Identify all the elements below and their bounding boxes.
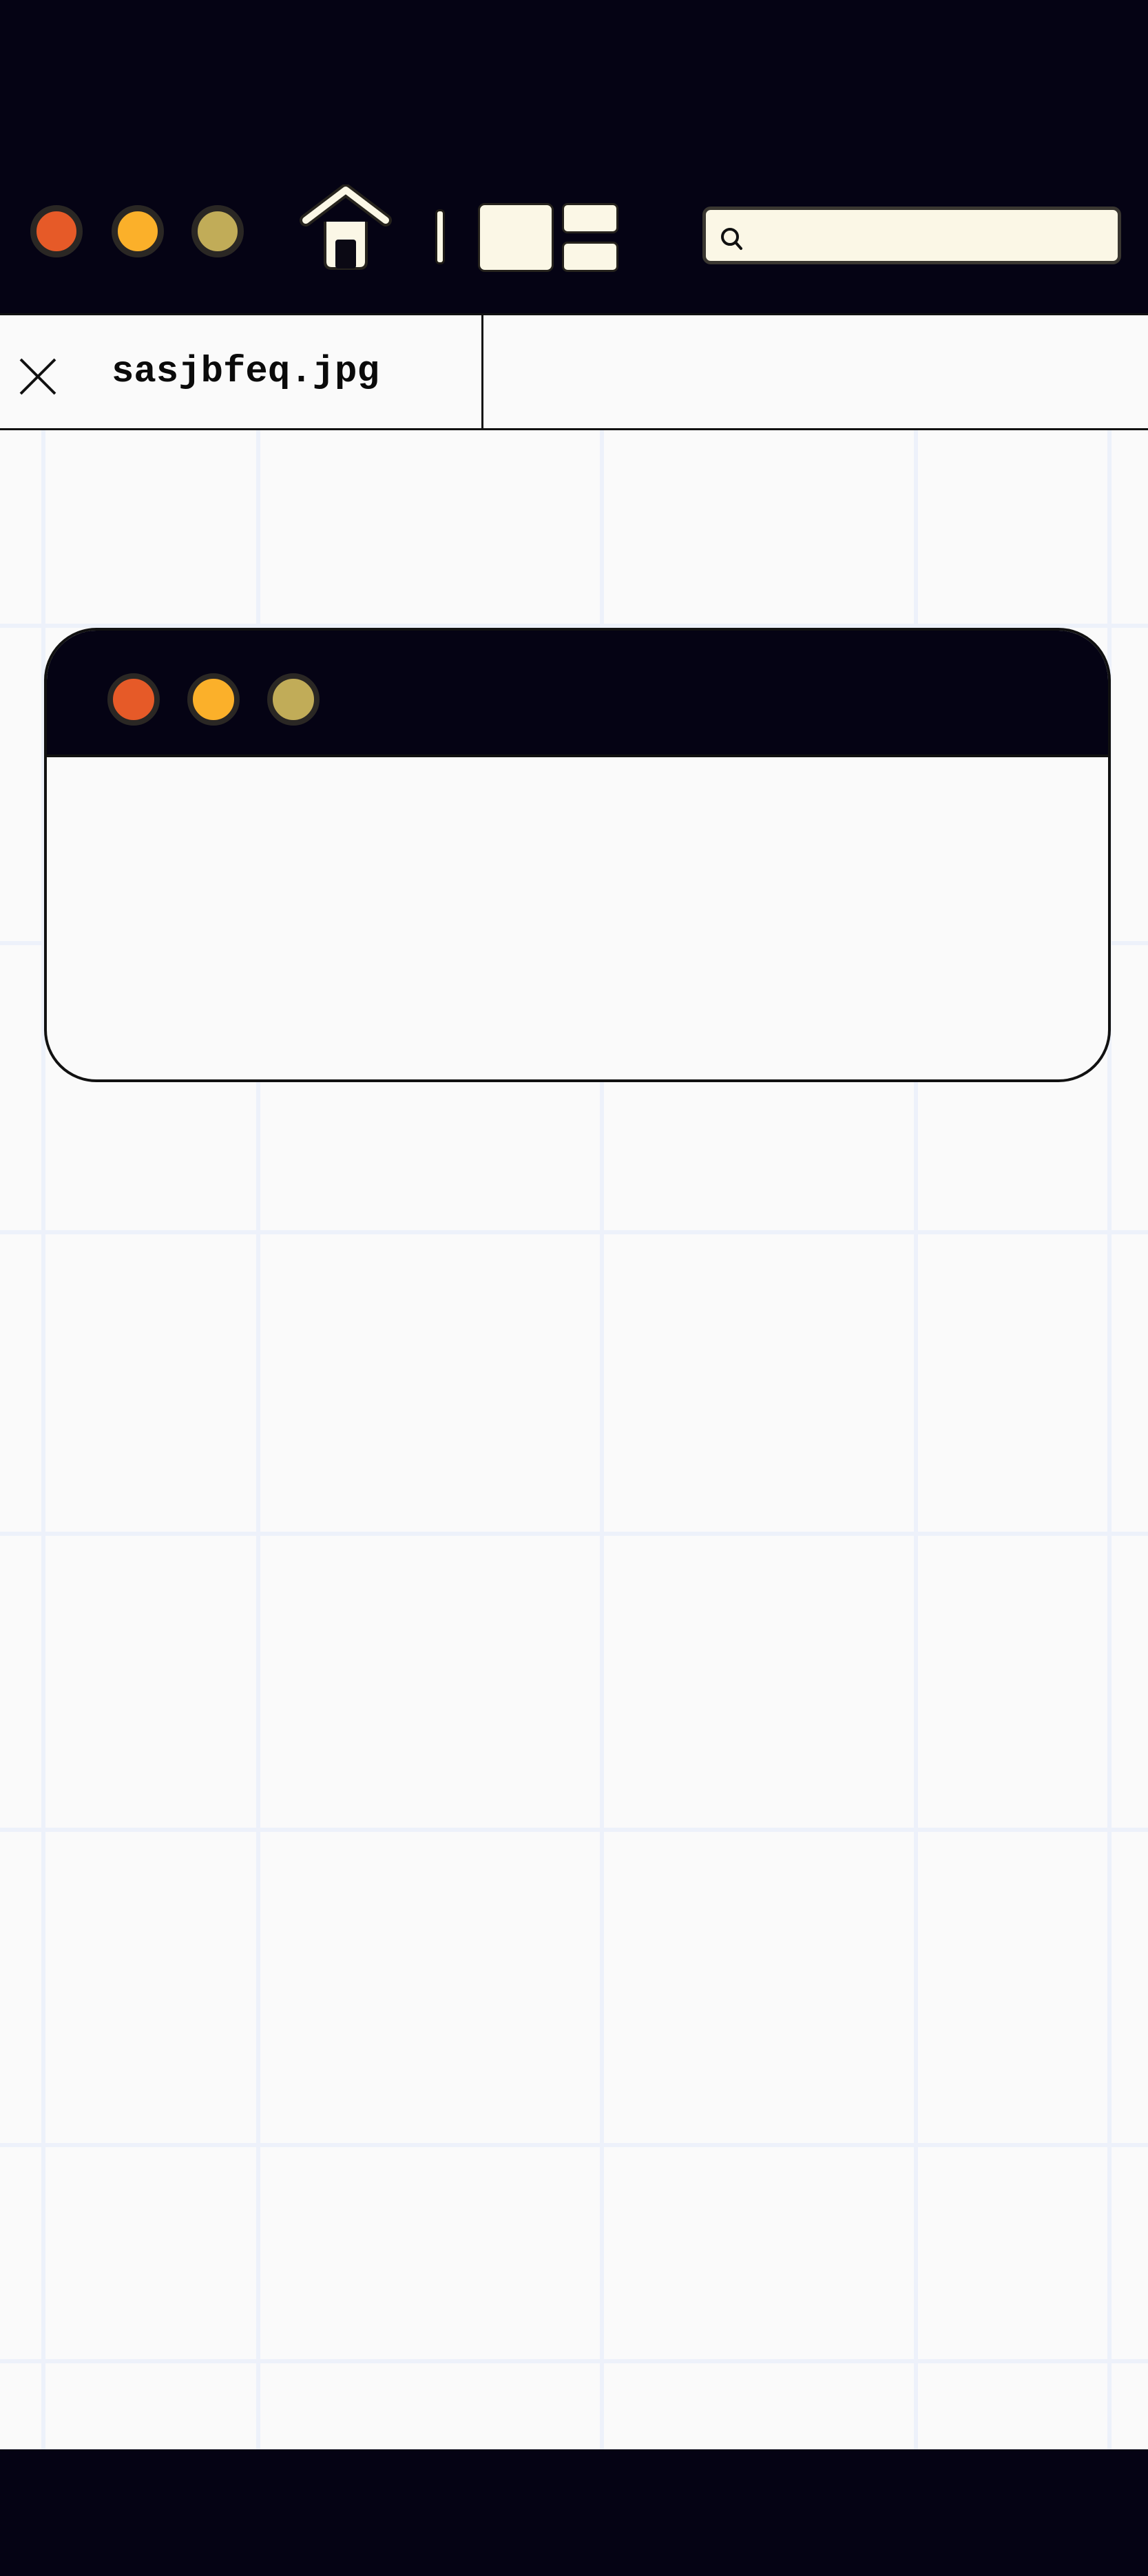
search-icon: [721, 228, 742, 250]
tab-active[interactable]: sasjbfeq.jpg: [0, 315, 483, 428]
inner-maximize-button[interactable]: [267, 673, 320, 726]
bottom-bar: [0, 2449, 1148, 2576]
grid-line: [0, 1532, 1148, 1536]
inner-window-titlebar[interactable]: [47, 631, 1108, 757]
grid-line: [0, 1230, 1148, 1234]
grid-line: [0, 1828, 1148, 1832]
inner-window[interactable]: [44, 628, 1111, 1082]
home-icon: [300, 184, 392, 270]
tab-label: sasjbfeq.jpg: [112, 351, 379, 393]
app-window: sasjbfeq.jpg: [0, 0, 1148, 2576]
home-button[interactable]: [298, 184, 394, 274]
window-maximize-button[interactable]: [191, 205, 244, 257]
inner-close-button[interactable]: [107, 673, 160, 726]
layout-toggle-button[interactable]: [478, 203, 618, 272]
layout-top-pane: [562, 203, 618, 233]
toolbar-divider: [435, 209, 445, 264]
inner-minimize-button[interactable]: [187, 673, 240, 726]
close-icon[interactable]: [17, 355, 59, 398]
search-input[interactable]: [751, 217, 1109, 254]
search-bar[interactable]: [702, 207, 1121, 264]
grid-line: [0, 2359, 1148, 2363]
top-toolbar: [0, 0, 1148, 313]
layout-main-pane: [478, 203, 554, 272]
grid-line: [0, 2143, 1148, 2147]
window-close-button[interactable]: [30, 205, 83, 257]
tab-bar: sasjbfeq.jpg: [0, 313, 1148, 430]
window-minimize-button[interactable]: [112, 205, 164, 257]
layout-bottom-pane: [562, 242, 618, 272]
